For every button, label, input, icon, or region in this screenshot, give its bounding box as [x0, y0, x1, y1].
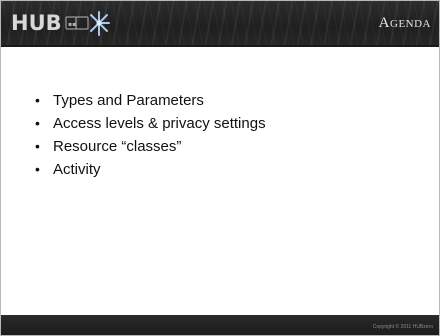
slide-footer: Copyright © 2011 HUBzero: [1, 315, 439, 335]
agenda-list: • Types and Parameters • Access levels &…: [35, 89, 419, 181]
bullet-icon: •: [35, 161, 40, 177]
copyright-text: Copyright © 2011 HUBzero: [372, 324, 433, 330]
header-divider: [1, 45, 439, 47]
slide-title: Agenda: [378, 15, 431, 31]
agenda-item: • Resource “classes”: [35, 135, 419, 158]
presentation-slide: HUB ▪▪ Agenda • Types and Parameters • A…: [0, 0, 440, 336]
agenda-item-label: Access levels & privacy settings: [53, 115, 266, 132]
svg-text:▪▪: ▪▪: [68, 21, 76, 28]
agenda-item: • Types and Parameters: [35, 89, 419, 112]
hubzero-spark-icon: ▪▪: [65, 11, 110, 36]
logo-wordmark: HUB: [11, 10, 62, 35]
slide-content: • Types and Parameters • Access levels &…: [35, 89, 419, 181]
agenda-item-label: Types and Parameters: [53, 92, 204, 109]
agenda-item: • Access levels & privacy settings: [35, 112, 419, 135]
bullet-icon: •: [35, 92, 40, 108]
agenda-item-label: Activity: [53, 161, 101, 178]
agenda-item: • Activity: [35, 158, 419, 181]
agenda-item-label: Resource “classes”: [53, 138, 182, 155]
bullet-icon: •: [35, 138, 40, 154]
bullet-icon: •: [35, 115, 40, 131]
slide-header: HUB ▪▪ Agenda: [1, 1, 439, 45]
hub-logo: HUB ▪▪: [11, 7, 111, 39]
